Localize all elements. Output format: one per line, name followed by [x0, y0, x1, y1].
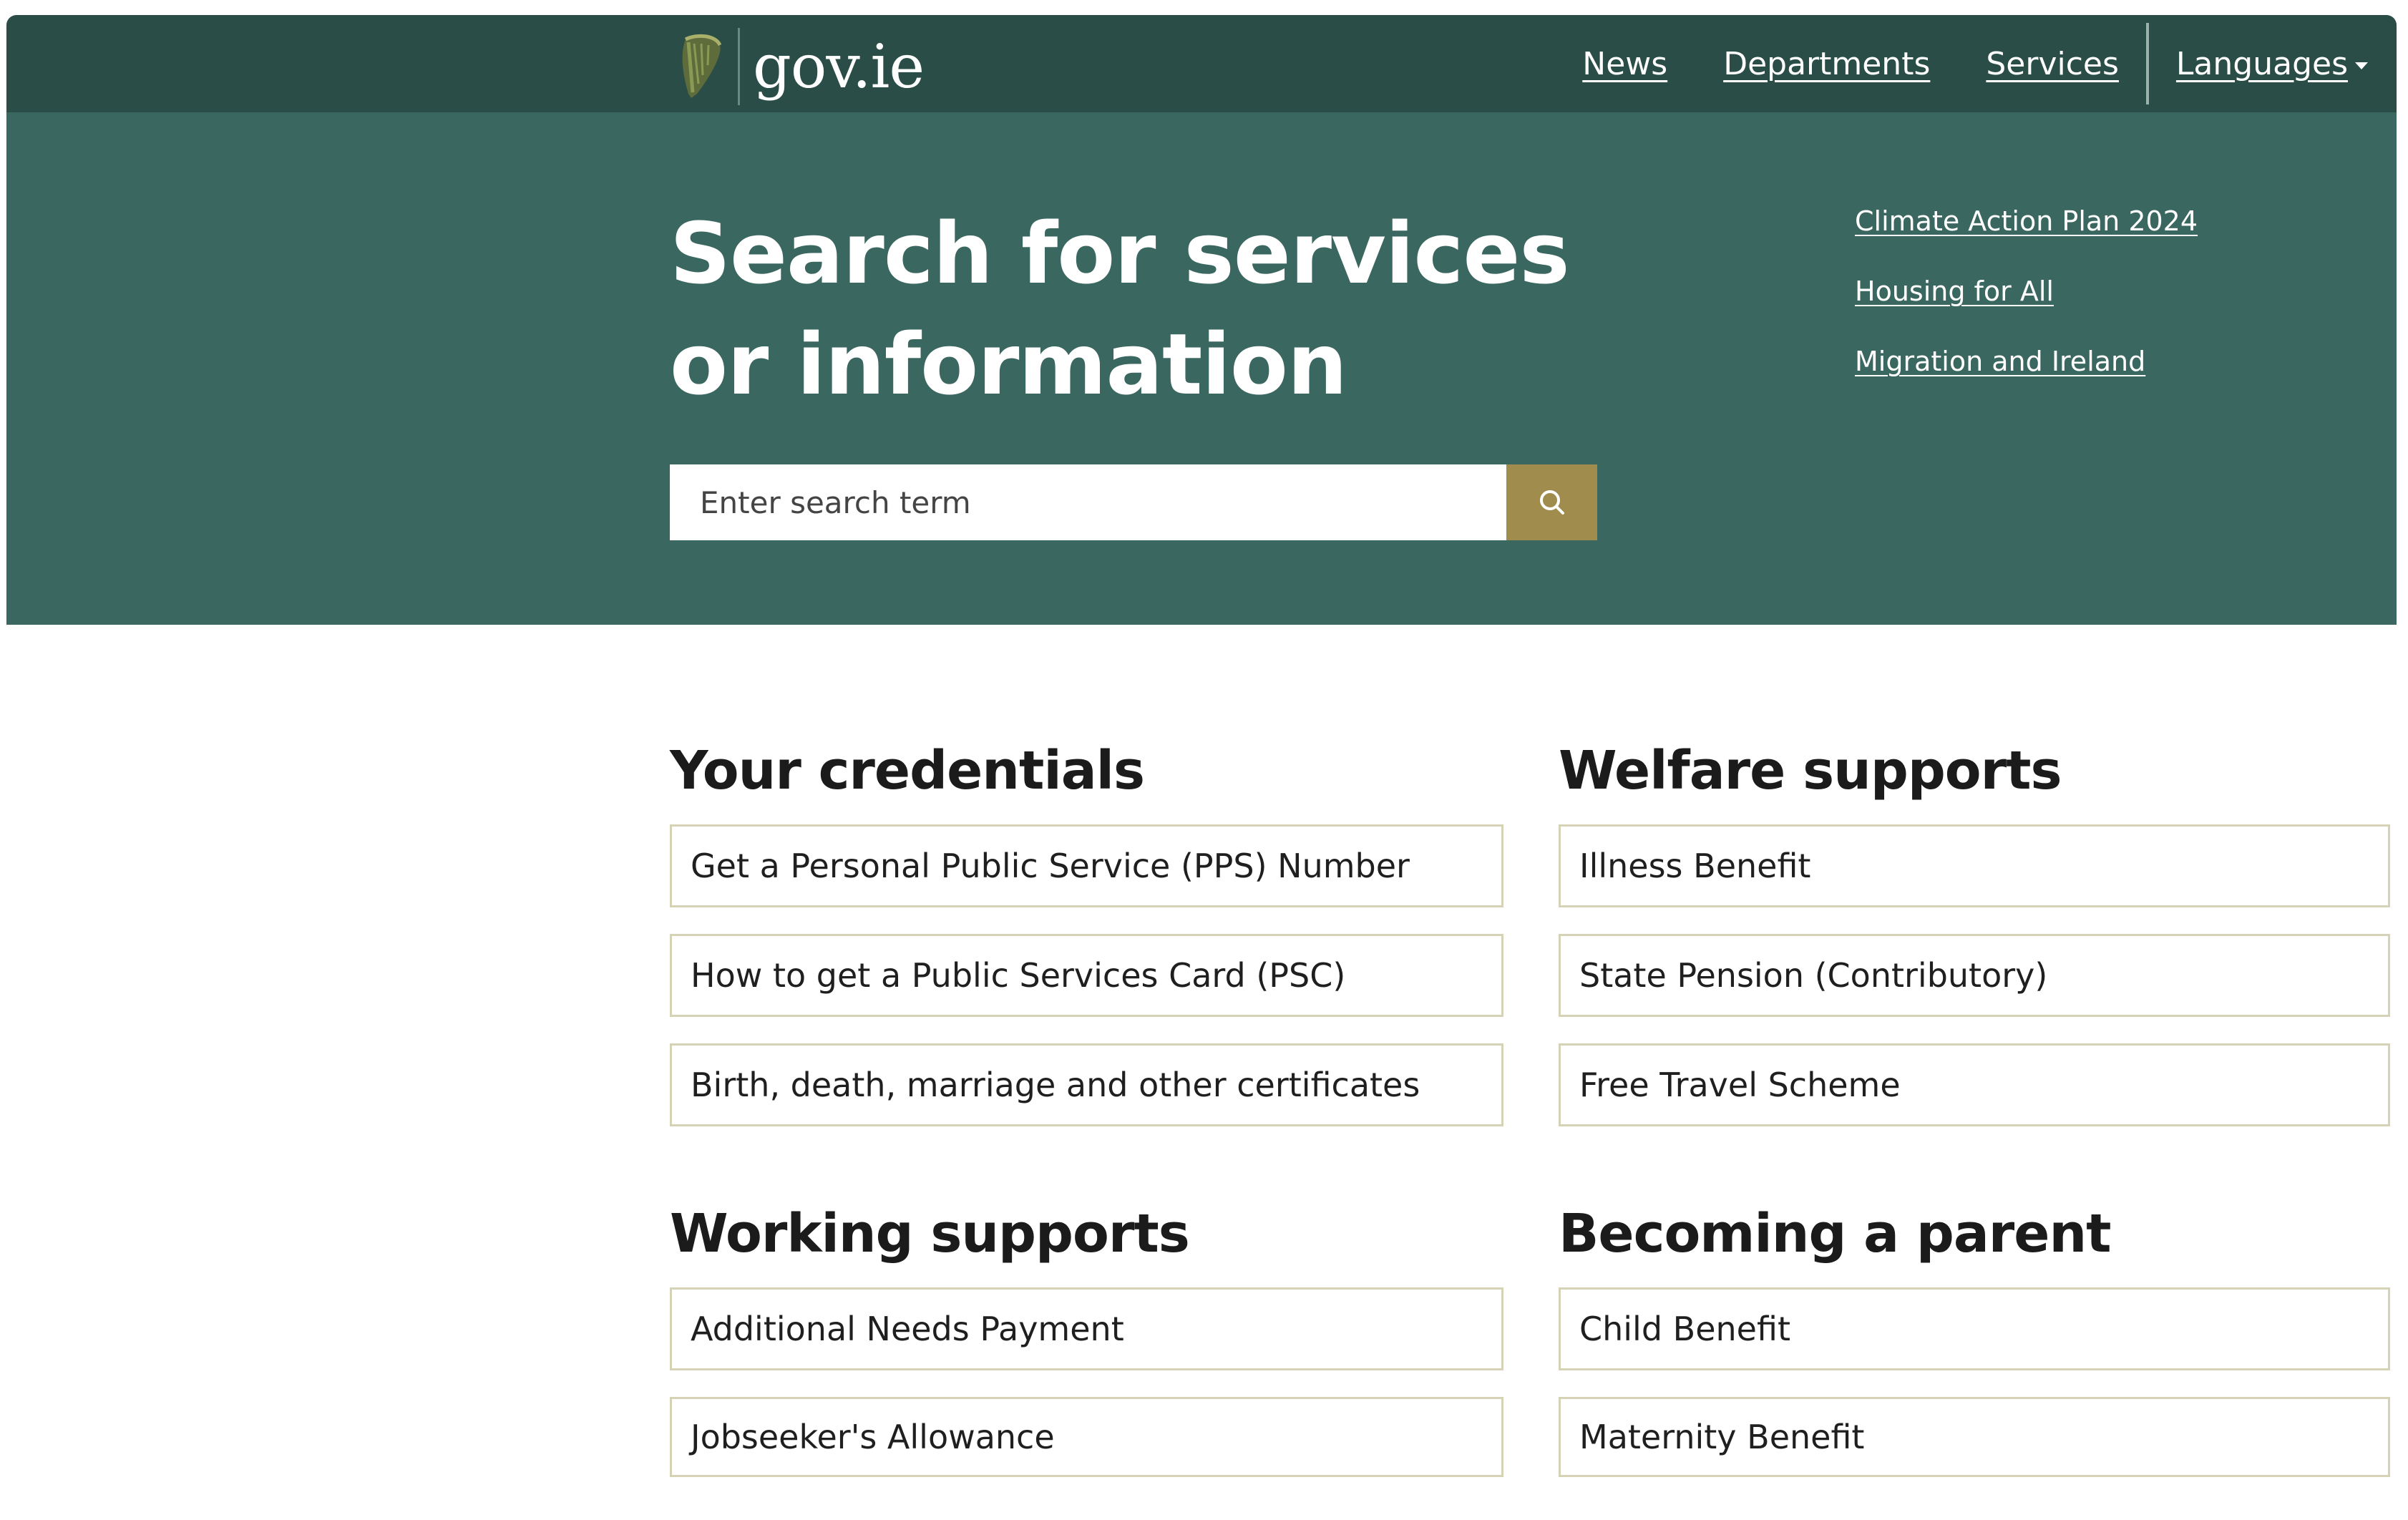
hero-title-line-2: or information	[670, 315, 1347, 414]
harp-icon	[672, 31, 729, 102]
section-title: Your credentials	[670, 740, 1145, 802]
search-form	[670, 464, 1597, 540]
card-link[interactable]: State Pension (Contributory)	[1559, 934, 2390, 1017]
page: gov.ie News Departments Services Languag…	[0, 0, 2408, 1520]
section-welfare-supports: Welfare supports Illness Benefit State P…	[1559, 739, 2390, 1153]
nav-divider	[2145, 23, 2149, 104]
hero-title: Search for services or information	[670, 198, 1672, 420]
section-title: Becoming a parent	[1559, 1203, 2112, 1265]
section-becoming-a-parent: Becoming a parent Child Benefit Maternit…	[1559, 1202, 2390, 1504]
search-input[interactable]	[670, 464, 1506, 540]
card-link[interactable]: Free Travel Scheme	[1559, 1043, 2390, 1126]
card-link[interactable]: How to get a Public Services Card (PSC)	[670, 934, 1503, 1017]
languages-dropdown[interactable]: Languages	[2176, 46, 2368, 82]
search-icon	[1539, 490, 1564, 515]
search-button[interactable]	[1506, 464, 1597, 540]
hero-title-line-1: Search for services	[670, 204, 1570, 303]
section-credentials: Your credentials Get a Personal Public S…	[670, 739, 1503, 1153]
card-link[interactable]: Maternity Benefit	[1559, 1397, 2390, 1477]
hero-banner: Search for services or information Clima…	[6, 112, 2397, 625]
card-link[interactable]: Jobseeker's Allowance	[670, 1397, 1503, 1477]
nav-link-news[interactable]: News	[1582, 46, 1667, 82]
card-link[interactable]: Get a Personal Public Service (PPS) Numb…	[670, 824, 1503, 907]
card-link[interactable]: Additional Needs Payment	[670, 1287, 1503, 1370]
link-housing-for-all[interactable]: Housing for All	[1855, 270, 2198, 340]
top-nav-bar: gov.ie News Departments Services Languag…	[6, 15, 2397, 112]
section-title: Working supports	[670, 1203, 1190, 1265]
link-climate-action-plan[interactable]: Climate Action Plan 2024	[1855, 200, 2198, 270]
nav-link-departments[interactable]: Departments	[1723, 46, 1930, 82]
caret-down-icon	[2355, 62, 2368, 69]
brand-logo-link[interactable]: gov.ie	[672, 28, 925, 105]
card-link[interactable]: Child Benefit	[1559, 1287, 2390, 1370]
main-nav: News Departments Services Languages	[1526, 15, 2397, 112]
featured-links: Climate Action Plan 2024 Housing for All…	[1855, 200, 2198, 410]
brand-divider	[738, 28, 740, 105]
brand-name: gov.ie	[753, 31, 925, 102]
nav-link-services[interactable]: Services	[1986, 46, 2119, 82]
card-link[interactable]: Illness Benefit	[1559, 824, 2390, 907]
section-working-supports: Working supports Additional Needs Paymen…	[670, 1202, 1503, 1504]
card-link[interactable]: Birth, death, marriage and other certifi…	[670, 1043, 1503, 1126]
link-migration-and-ireland[interactable]: Migration and Ireland	[1855, 340, 2198, 410]
section-title: Welfare supports	[1559, 740, 2062, 802]
languages-label: Languages	[2175, 45, 2348, 82]
